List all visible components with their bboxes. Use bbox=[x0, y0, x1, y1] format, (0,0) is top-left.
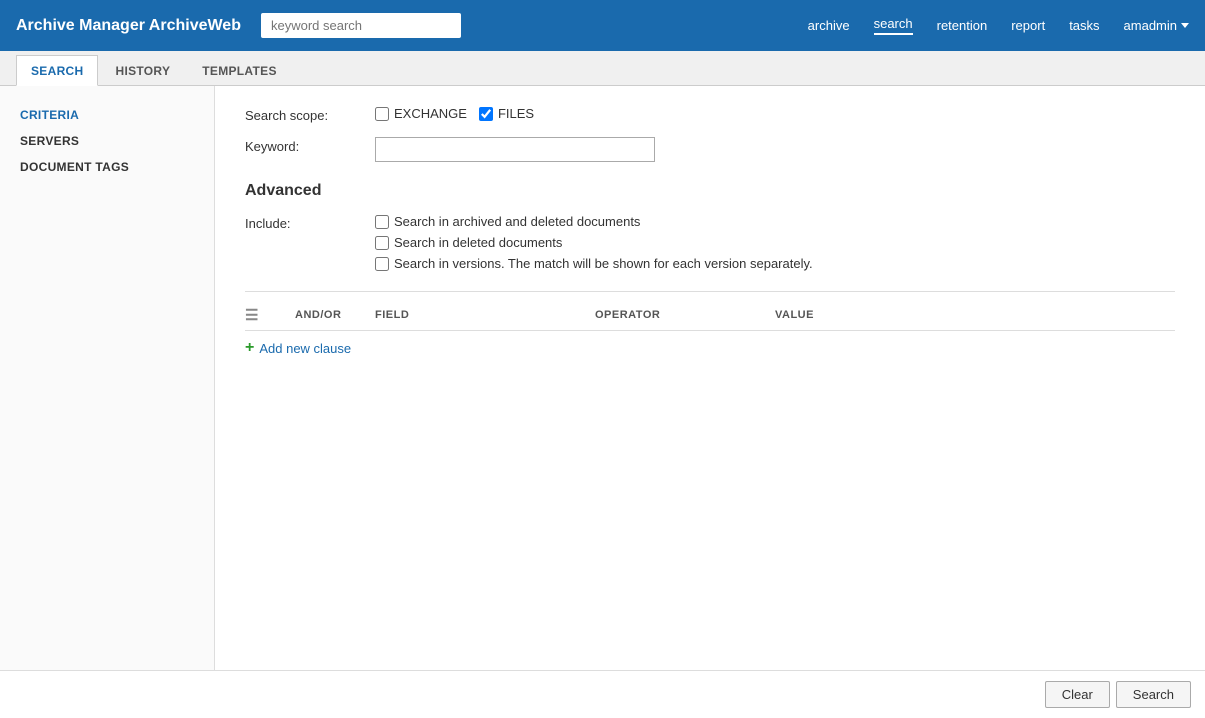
include-archived-deleted-checkbox[interactable] bbox=[375, 215, 389, 229]
tab-history[interactable]: HISTORY bbox=[100, 55, 185, 85]
files-label: FILES bbox=[498, 106, 534, 121]
exchange-checkbox-label[interactable]: EXCHANGE bbox=[375, 106, 467, 121]
keyword-input[interactable] bbox=[375, 137, 655, 162]
nav-search[interactable]: search bbox=[874, 16, 913, 35]
include-row: Include: Search in archived and deleted … bbox=[245, 214, 1175, 271]
sidebar: CRITERIA SERVERS DOCUMENT TAGS bbox=[0, 86, 215, 718]
clause-col-andor: AND/OR bbox=[295, 309, 375, 321]
search-scope-row: Search scope: EXCHANGE FILES bbox=[245, 106, 1175, 123]
add-clause-button[interactable]: + Add new clause bbox=[245, 339, 351, 357]
search-scope-label: Search scope: bbox=[245, 106, 375, 123]
header-nav: archive search retention report tasks am… bbox=[808, 16, 1189, 35]
clause-col-icon: ☰ bbox=[245, 306, 295, 324]
sidebar-item-document-tags[interactable]: DOCUMENT TAGS bbox=[0, 154, 214, 180]
include-versions-checkbox[interactable] bbox=[375, 257, 389, 271]
exchange-checkbox[interactable] bbox=[375, 107, 389, 121]
tab-search[interactable]: SEARCH bbox=[16, 55, 98, 86]
nav-retention[interactable]: retention bbox=[937, 18, 988, 33]
plus-icon: + bbox=[245, 339, 254, 357]
search-button[interactable]: Search bbox=[1116, 681, 1191, 708]
nav-report[interactable]: report bbox=[1011, 18, 1045, 33]
advanced-heading: Advanced bbox=[245, 182, 1175, 200]
global-search-input[interactable] bbox=[261, 13, 461, 38]
clause-col-field: FIELD bbox=[375, 309, 595, 321]
files-checkbox-label[interactable]: FILES bbox=[479, 106, 534, 121]
include-option-3[interactable]: Search in versions. The match will be sh… bbox=[375, 256, 813, 271]
nav-amadmin-label: amadmin bbox=[1124, 18, 1177, 33]
tab-templates[interactable]: TEMPLATES bbox=[187, 55, 291, 85]
keyword-label: Keyword: bbox=[245, 137, 375, 154]
add-clause-label: Add new clause bbox=[259, 341, 351, 356]
sidebar-item-servers[interactable]: SERVERS bbox=[0, 128, 214, 154]
clause-col-value: VALUE bbox=[775, 309, 1175, 321]
clause-table-header: ☰ AND/OR FIELD OPERATOR VALUE bbox=[245, 302, 1175, 331]
header: Archive Manager ArchiveWeb archive searc… bbox=[0, 0, 1205, 51]
nav-archive[interactable]: archive bbox=[808, 18, 850, 33]
files-checkbox[interactable] bbox=[479, 107, 493, 121]
keyword-row: Keyword: bbox=[245, 137, 1175, 162]
search-scope-controls: EXCHANGE FILES bbox=[375, 106, 534, 121]
main-layout: CRITERIA SERVERS DOCUMENT TAGS Search sc… bbox=[0, 86, 1205, 718]
sidebar-item-criteria[interactable]: CRITERIA bbox=[0, 102, 214, 128]
nav-tasks[interactable]: tasks bbox=[1069, 18, 1099, 33]
exchange-label: EXCHANGE bbox=[394, 106, 467, 121]
clause-col-operator: OPERATOR bbox=[595, 309, 775, 321]
include-deleted-checkbox[interactable] bbox=[375, 236, 389, 250]
include-option-1[interactable]: Search in archived and deleted documents bbox=[375, 214, 813, 229]
clear-button[interactable]: Clear bbox=[1045, 681, 1110, 708]
include-options: Search in archived and deleted documents… bbox=[375, 214, 813, 271]
chevron-down-icon bbox=[1181, 23, 1189, 28]
include-option-2[interactable]: Search in deleted documents bbox=[375, 235, 813, 250]
tab-bar: SEARCH HISTORY TEMPLATES bbox=[0, 51, 1205, 86]
nav-amadmin[interactable]: amadmin bbox=[1124, 18, 1189, 33]
include-archived-deleted-label: Search in archived and deleted documents bbox=[394, 214, 640, 229]
list-icon: ☰ bbox=[245, 307, 259, 324]
include-label: Include: bbox=[245, 214, 375, 231]
app-logo: Archive Manager ArchiveWeb bbox=[16, 17, 241, 35]
include-deleted-label: Search in deleted documents bbox=[394, 235, 562, 250]
clause-section: ☰ AND/OR FIELD OPERATOR VALUE + Add new … bbox=[245, 291, 1175, 357]
content-area: Search scope: EXCHANGE FILES Keyword: Ad… bbox=[215, 86, 1205, 718]
include-versions-label: Search in versions. The match will be sh… bbox=[394, 256, 813, 271]
footer: Clear Search bbox=[0, 670, 1205, 718]
